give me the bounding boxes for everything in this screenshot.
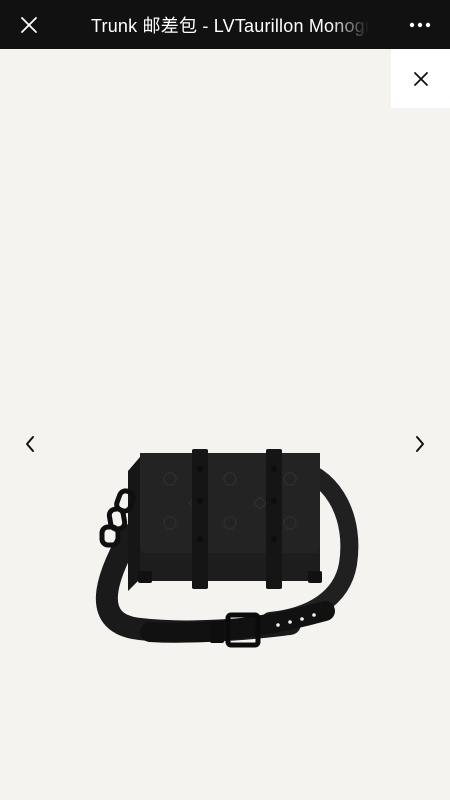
- product-image: [95, 449, 359, 648]
- image-viewer: [0, 49, 450, 800]
- bag-side: [128, 457, 140, 591]
- chevron-right-icon: [416, 436, 424, 452]
- more-button[interactable]: [400, 8, 440, 42]
- chevron-left-icon: [26, 436, 34, 452]
- viewer-close-button[interactable]: [391, 49, 450, 108]
- close-icon: [413, 71, 428, 86]
- top-bar: Trunk 邮差包 - LVTaurillon Monogram: [0, 0, 450, 49]
- page-title: Trunk 邮差包 - LVTaurillon Monogram: [91, 16, 369, 36]
- previous-image-button[interactable]: [18, 432, 42, 456]
- more-icon: [409, 22, 431, 28]
- close-button[interactable]: [12, 8, 46, 42]
- next-image-button[interactable]: [408, 432, 432, 456]
- bag-flap: [140, 453, 320, 553]
- close-icon: [21, 17, 37, 33]
